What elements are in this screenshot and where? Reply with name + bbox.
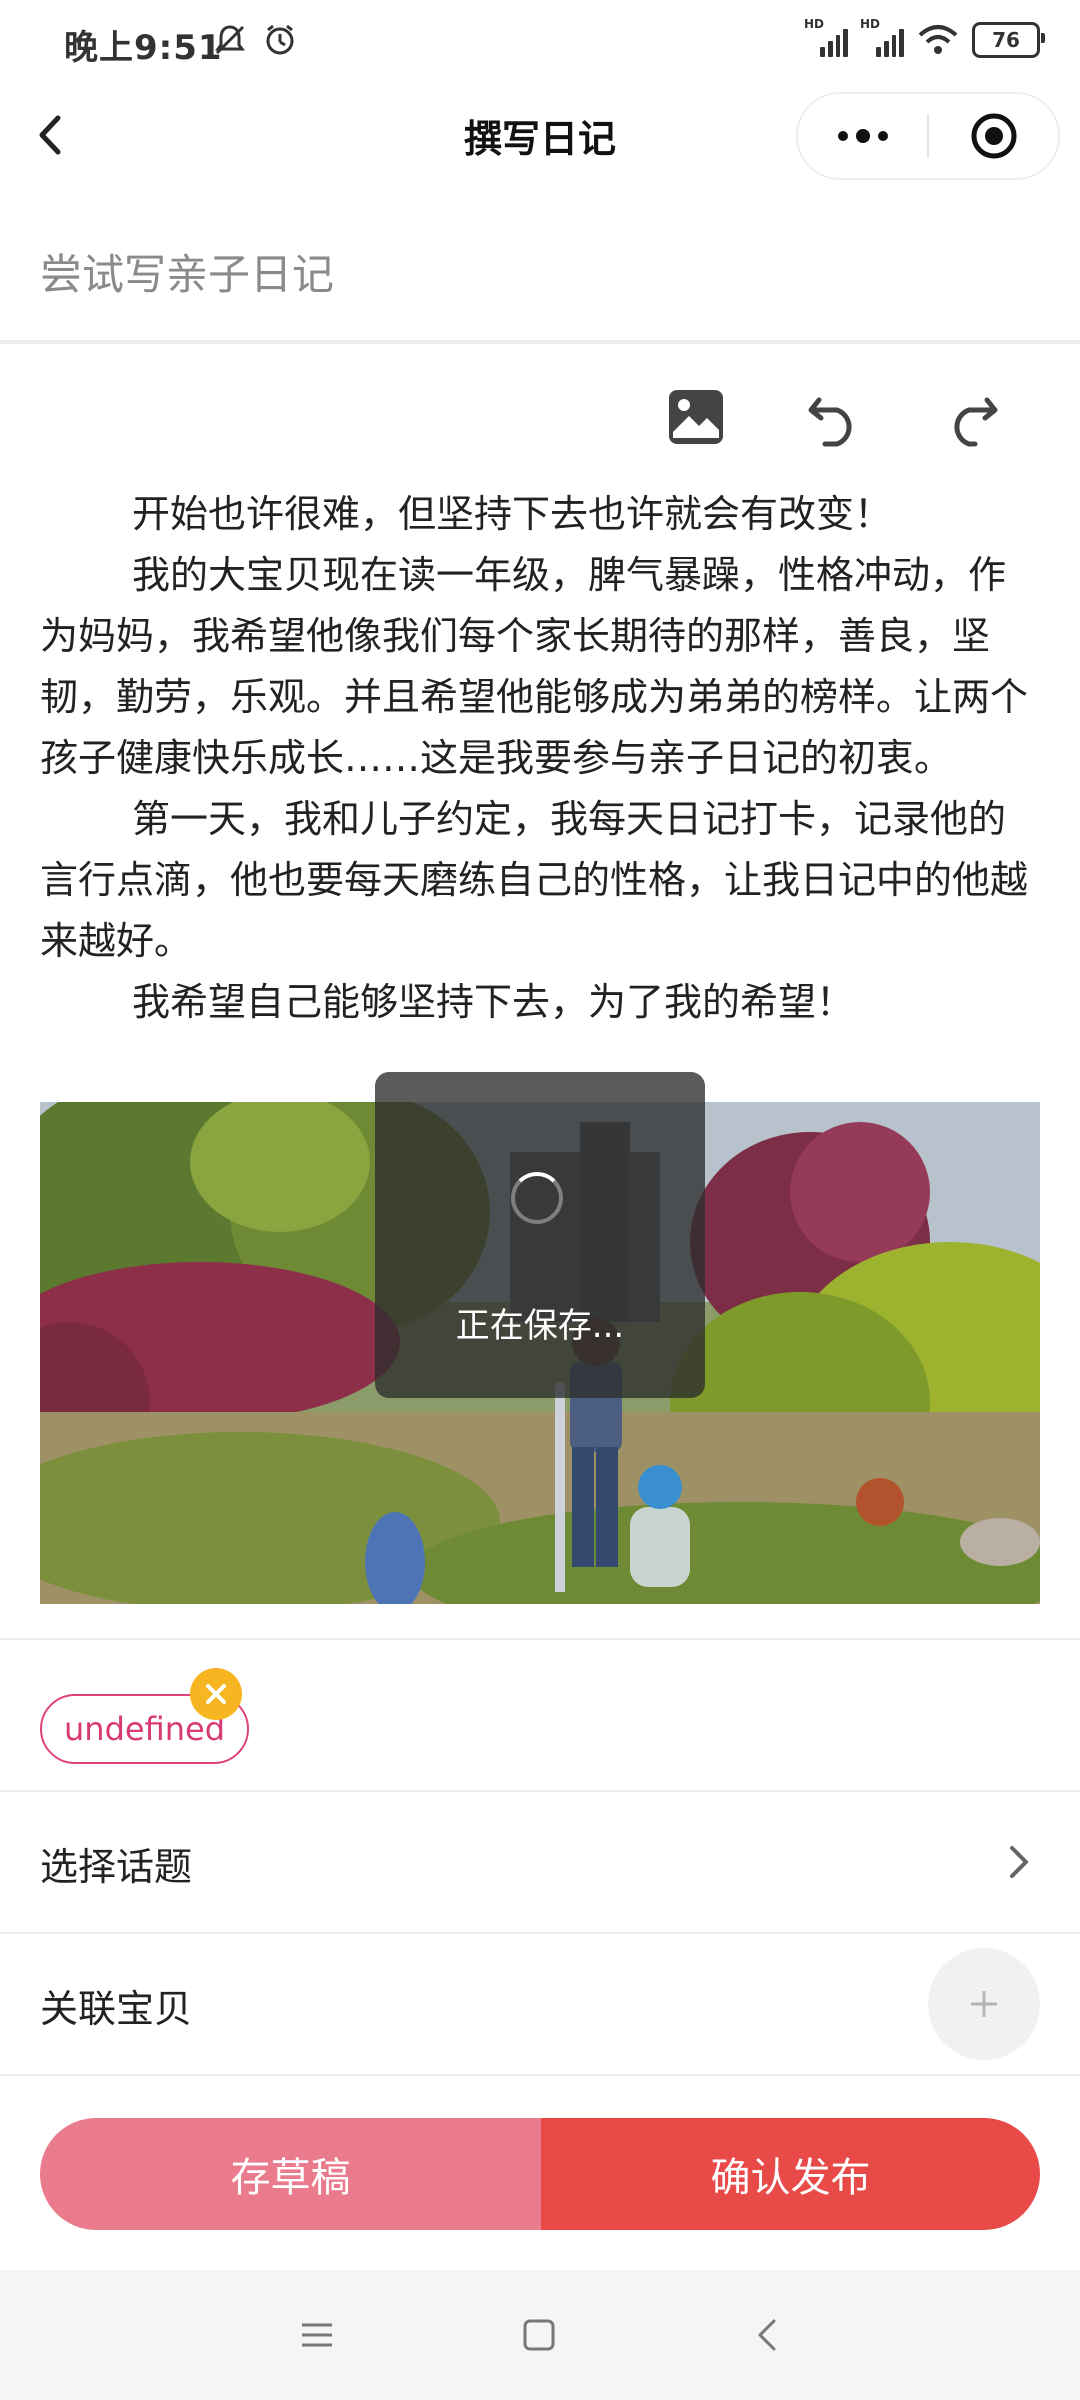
section-divider — [0, 1638, 1080, 1640]
redo-icon — [954, 397, 998, 447]
diary-title-input[interactable] — [40, 234, 1040, 314]
toast-text: 正在保存... — [455, 1306, 625, 1346]
recents-button[interactable] — [282, 2300, 352, 2370]
battery-icon: 76 — [972, 22, 1045, 58]
alarm-icon — [266, 24, 294, 55]
remove-tag-button[interactable] — [190, 1668, 242, 1720]
more-dots-icon — [838, 129, 888, 143]
loading-spinner-icon — [511, 1172, 563, 1224]
content-paragraph: 我的大宝贝现在读一年级，脾气暴躁，性格冲动，作为妈妈，我希望他像我们每个家长期待… — [40, 553, 1029, 780]
content-paragraph: 我希望自己能够坚持下去，为了我的希望！ — [132, 980, 855, 1024]
chevron-right-icon — [1010, 1846, 1028, 1878]
chevron-left-icon — [758, 2319, 776, 2351]
status-time: 晚上9:51 — [64, 28, 223, 68]
diary-content-editor[interactable]: 开始也许很难，但坚持下去也许就会有改变！ 我的大宝贝现在读一年级，脾气暴躁，性格… — [40, 484, 1040, 1033]
more-button[interactable] — [798, 94, 928, 178]
signal-icon: HD — [860, 17, 904, 57]
link-baby-label: 关联宝贝 — [40, 1987, 193, 2031]
insert-image-button[interactable] — [661, 382, 731, 452]
add-baby-button[interactable] — [928, 1948, 1040, 2060]
link-baby-row: 关联宝贝 — [0, 1934, 1080, 2074]
save-draft-button[interactable]: 存草稿 — [40, 2118, 541, 2230]
menu-icon — [302, 2323, 332, 2347]
system-nav-bar — [0, 2270, 1080, 2400]
wifi-icon — [918, 25, 958, 54]
target-icon — [971, 113, 1016, 159]
mini-program-capsule — [796, 92, 1060, 180]
select-topic-label: 选择话题 — [40, 1845, 193, 1889]
status-bar: 晚上9:51 HD HD 76 — [0, 0, 1080, 84]
hd-label: HD — [860, 17, 881, 31]
redo-button[interactable] — [937, 382, 1007, 452]
image-icon — [669, 390, 723, 444]
content-paragraph: 第一天，我和儿子约定，我每天日记打卡，记录他的言行点滴，他也要每天磨练自己的性格… — [40, 797, 1029, 963]
title-divider — [0, 340, 1080, 344]
undo-icon — [808, 397, 852, 447]
system-back-button[interactable] — [732, 2300, 802, 2370]
close-icon — [206, 1684, 226, 1704]
mute-icon — [215, 25, 245, 55]
status-right: HD HD 76 — [804, 17, 1045, 62]
close-miniprogram-button[interactable] — [929, 94, 1058, 178]
undo-button[interactable] — [799, 382, 869, 452]
section-divider — [0, 2074, 1080, 2076]
hd-label: HD — [804, 17, 825, 31]
status-left-icons — [212, 22, 298, 58]
square-icon — [523, 2319, 555, 2351]
content-paragraph: 开始也许很难，但坚持下去也许就会有改变！ — [132, 492, 893, 536]
select-topic-row[interactable]: 选择话题 — [0, 1792, 1080, 1932]
home-button[interactable] — [504, 2300, 574, 2370]
signal-icon: HD — [804, 17, 848, 57]
saving-toast: 正在保存... — [375, 1072, 705, 1398]
plus-icon — [971, 1991, 997, 2017]
publish-button[interactable]: 确认发布 — [541, 2118, 1040, 2230]
